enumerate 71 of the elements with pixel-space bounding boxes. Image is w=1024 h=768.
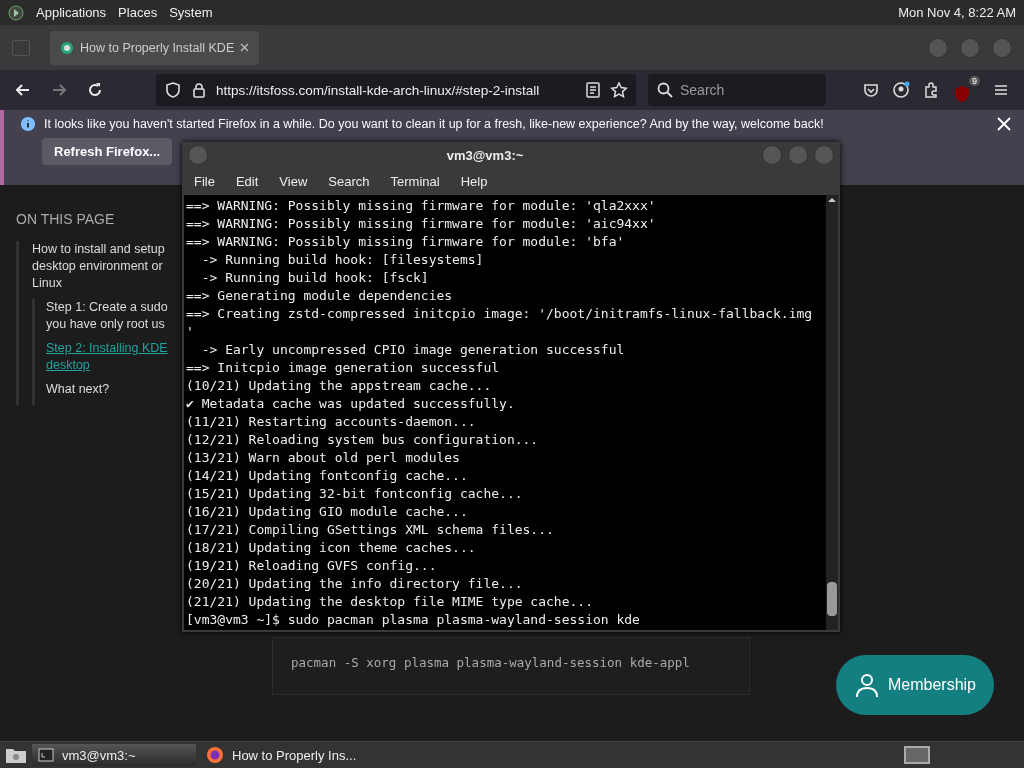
menu-item[interactable]: File bbox=[194, 174, 215, 189]
toc-heading: ON THIS PAGE bbox=[16, 211, 116, 227]
terminal-line: -> Running build hook: [fsck] bbox=[200, 269, 430, 287]
favicon-icon bbox=[60, 40, 74, 55]
shield-icon[interactable] bbox=[164, 81, 182, 99]
terminal-line: (11/21) Restarting accounts-daemon... bbox=[186, 413, 477, 431]
terminal-line: (16/21) Updating GIO module cache... bbox=[186, 503, 469, 521]
terminal-line: -> Early uncompressed CPIO image generation successful bbox=[200, 341, 626, 359]
notification-message: It looks like you haven't started Firefox in a while. Do you want to clean it up for a fresh, like-new experience? And by the way, welcome back! bbox=[44, 117, 824, 131]
taskbar-button[interactable]: How to Properly Ins... bbox=[200, 744, 364, 766]
account-icon[interactable] bbox=[892, 81, 910, 99]
scrollbar-thumb[interactable] bbox=[827, 582, 837, 616]
bookmark-star-icon[interactable] bbox=[610, 81, 628, 99]
terminal-line: (15/21) Updating 32-bit fontconfig cache... bbox=[186, 485, 524, 503]
search-field[interactable]: Search bbox=[648, 74, 826, 106]
terminal-line: ' bbox=[186, 323, 195, 341]
info-icon bbox=[20, 116, 36, 132]
terminal-line: ==> WARNING: Possibly missing firmware for module: 'bfa' bbox=[186, 233, 626, 251]
panel-menu[interactable]: Places bbox=[118, 5, 158, 20]
terminal-line: (17/21) Compiling GSettings XML schema files... bbox=[186, 521, 555, 539]
scrollbar-track[interactable] bbox=[826, 195, 838, 630]
terminal-line: (12/21) Reloading system bus configuration... bbox=[186, 431, 540, 449]
search-icon bbox=[656, 81, 674, 99]
menu-item[interactable]: Edit bbox=[235, 174, 259, 189]
refresh-firefox-button[interactable]: Refresh Firefox... bbox=[42, 138, 173, 165]
terminal-line: (18/21) Updating icon theme caches... bbox=[186, 539, 477, 557]
toc-link[interactable]: Step 2: Installing KDE desktop bbox=[46, 340, 182, 374]
close-icon[interactable] bbox=[996, 116, 1012, 132]
terminal-line: (19/21) Reloading GVFS config... bbox=[186, 557, 438, 575]
terminal-line: (14/21) Updating fontconfig cache... bbox=[186, 467, 469, 485]
terminal-line: ==> Creating zstd-compressed initcpio image: '/boot/initramfs-linux-fallback.img bbox=[186, 305, 814, 323]
address-bar[interactable]: https://itsfoss.com/install-kde-arch-linux/#step-2-install bbox=[156, 74, 636, 106]
person-icon bbox=[854, 672, 880, 698]
terminal-line: (21/21) Updating the desktop file MIME type cache... bbox=[186, 593, 594, 611]
menu-item[interactable]: View bbox=[279, 174, 308, 189]
membership-button[interactable]: Membership bbox=[836, 655, 994, 715]
shield-logo-icon bbox=[952, 84, 972, 104]
menu-item[interactable]: Terminal bbox=[390, 174, 440, 189]
code-block: pacman -S xorg plasma plasma-wayland-session kde-appl bbox=[272, 637, 750, 695]
window-title: vm3@vm3:~ bbox=[445, 147, 525, 163]
terminal-line: ==> WARNING: Possibly missing firmware for module: 'qla2xxx' bbox=[186, 197, 657, 215]
terminal-line: -> Running build hook: [filesystems] bbox=[200, 251, 485, 269]
panel-menu[interactable]: System bbox=[169, 5, 213, 20]
toc-link[interactable]: What next? bbox=[46, 381, 182, 398]
terminal-icon bbox=[38, 748, 54, 762]
terminal-line: ==> Initcpio image generation successful bbox=[186, 359, 501, 377]
pocket-icon[interactable] bbox=[862, 81, 880, 99]
terminal-line: (20/21) Updating the info directory file... bbox=[186, 575, 524, 593]
taskbar-button[interactable]: vm3@vm3:~ bbox=[32, 744, 196, 766]
terminal-line: (13/21) Warn about old perl modules bbox=[186, 449, 461, 467]
reader-view-icon[interactable] bbox=[584, 81, 602, 99]
browser-logo-icon bbox=[206, 746, 224, 764]
browser-tab[interactable]: How to Properly Install KDE bbox=[50, 30, 260, 65]
extensions-icon[interactable] bbox=[922, 81, 940, 99]
toc-link[interactable]: How to install and setup desktop environment or Linux bbox=[32, 241, 182, 292]
distro-logo-icon bbox=[8, 4, 24, 21]
terminal-line: (10/21) Updating the appstream cache... bbox=[186, 377, 493, 395]
lock-icon bbox=[190, 81, 208, 99]
workspace-switcher[interactable] bbox=[904, 746, 930, 764]
terminal-line: [vm3@vm3 ~]$ sudo pacman plasma plasma-wayland-session kde bbox=[186, 611, 641, 629]
ublock-extension-button[interactable]: 9 bbox=[952, 76, 980, 104]
panel-menu[interactable]: Applications bbox=[36, 5, 107, 20]
clock: Mon Nov 4, 8:22 AM bbox=[898, 5, 1016, 20]
menu-item[interactable]: Search bbox=[328, 174, 370, 189]
menu-item[interactable]: Help bbox=[460, 174, 488, 189]
scroll-up-icon[interactable] bbox=[827, 195, 837, 205]
close-tab-icon[interactable] bbox=[240, 43, 250, 52]
toc-link[interactable]: Step 1: Create a sudo you have only root us bbox=[46, 299, 182, 333]
terminal-line: ==> Generating module dependencies bbox=[186, 287, 454, 305]
terminal-line: ✔ Metadata cache was updated successfully. bbox=[186, 395, 516, 413]
terminal-line: ==> WARNING: Possibly missing firmware for module: 'aic94xx' bbox=[186, 215, 657, 233]
